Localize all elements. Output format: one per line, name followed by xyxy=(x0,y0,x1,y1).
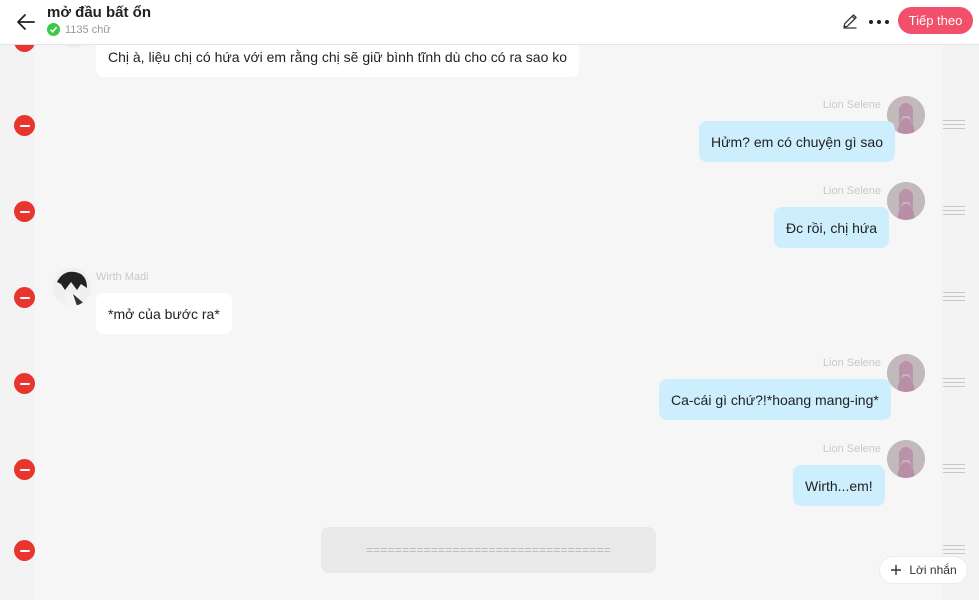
add-message-button[interactable]: Lời nhắn xyxy=(879,556,968,584)
plus-icon xyxy=(891,565,902,575)
avatar-portrait-icon xyxy=(887,354,925,392)
drag-handle-icon[interactable] xyxy=(943,206,965,217)
drag-handle-icon[interactable] xyxy=(943,378,965,389)
message-bubble[interactable]: Hửm? em có chuyện gì sao xyxy=(699,121,896,162)
delete-message-button[interactable] xyxy=(14,201,35,222)
back-button[interactable] xyxy=(13,9,39,35)
drag-handle-icon[interactable] xyxy=(943,120,965,131)
back-arrow-icon xyxy=(17,14,35,30)
pencil-icon xyxy=(843,14,857,29)
sender-name: Lion Selene xyxy=(822,357,881,369)
message-bubble[interactable]: *mở của bước ra* xyxy=(96,293,232,334)
message-bubble[interactable]: Ca-cái gì chứ?!*hoang mang-ing* xyxy=(659,379,891,420)
delete-message-button[interactable] xyxy=(14,287,35,308)
add-message-label: Lời nhắn xyxy=(909,563,957,577)
delete-message-button[interactable] xyxy=(14,115,35,136)
word-count: 1135 chữ xyxy=(47,23,111,36)
top-bar: mở đầu bất ổn 1135 chữ Tiếp theo xyxy=(0,0,979,45)
delete-message-button[interactable] xyxy=(14,459,35,480)
avatar xyxy=(887,182,925,220)
page-title: mở đầu bất ổn xyxy=(47,4,151,21)
check-icon xyxy=(47,23,60,36)
separator-block[interactable]: ================================== xyxy=(321,527,656,573)
drag-handle-icon[interactable] xyxy=(943,464,965,475)
drag-handle-icon[interactable] xyxy=(943,545,965,556)
avatar xyxy=(887,354,925,392)
message-bubble[interactable]: Wirth...em! xyxy=(793,465,885,506)
more-options-button[interactable] xyxy=(868,12,890,32)
edit-button[interactable] xyxy=(841,12,861,32)
avatar-portrait-icon xyxy=(887,182,925,220)
avatar-portrait-icon xyxy=(887,440,925,478)
delete-message-button[interactable] xyxy=(14,540,35,561)
message-bubble[interactable]: Đc rồi, chị hứa xyxy=(774,207,890,248)
sender-name: Lion Selene xyxy=(822,443,881,455)
avatar-portrait-icon xyxy=(53,268,91,306)
next-button[interactable]: Tiếp theo xyxy=(898,7,973,34)
avatar xyxy=(887,440,925,478)
delete-message-button[interactable] xyxy=(14,373,35,394)
more-dots-icon xyxy=(869,20,889,24)
sender-name: Lion Selene xyxy=(822,185,881,197)
drag-handle-icon[interactable] xyxy=(943,292,965,303)
avatar xyxy=(53,268,91,306)
sender-name: Lion Selene xyxy=(822,99,881,111)
word-count-label: 1135 chữ xyxy=(65,23,111,36)
sender-name: Wirth Madi xyxy=(96,271,149,283)
